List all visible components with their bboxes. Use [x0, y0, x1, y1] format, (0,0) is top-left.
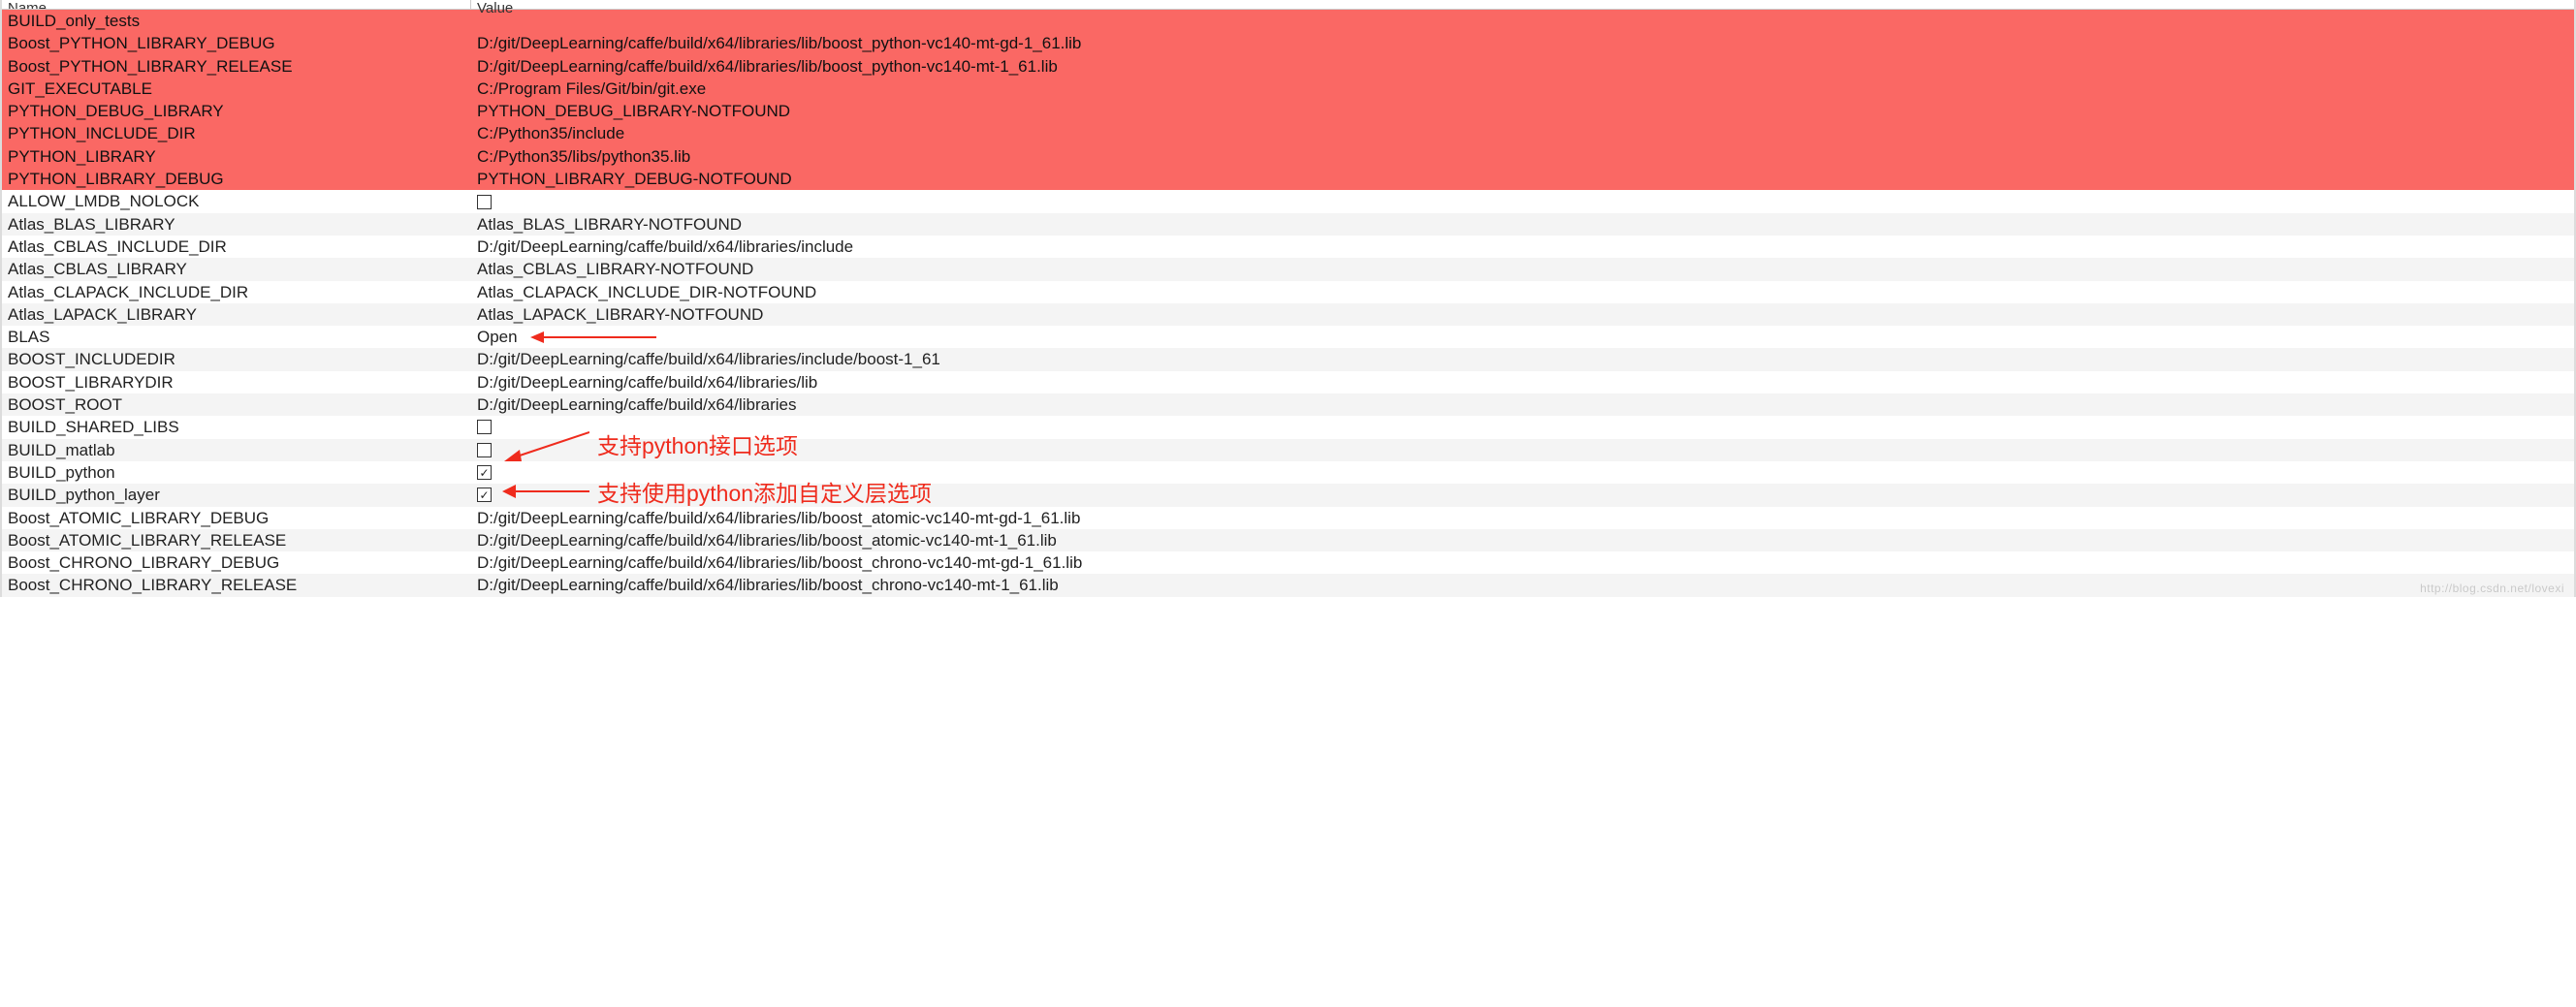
cell-value[interactable]	[471, 195, 2574, 209]
checkbox-icon[interactable]: ✓	[477, 465, 492, 480]
cell-value[interactable]: D:/git/DeepLearning/caffe/build/x64/libr…	[471, 236, 2574, 258]
table-row[interactable]: Atlas_CBLAS_LIBRARYAtlas_CBLAS_LIBRARY-N…	[2, 258, 2574, 280]
table-row[interactable]: PYTHON_LIBRARY_DEBUGPYTHON_LIBRARY_DEBUG…	[2, 168, 2574, 190]
table-row[interactable]: BUILD_matlab	[2, 439, 2574, 461]
cell-name[interactable]: Boost_CHRONO_LIBRARY_DEBUG	[2, 551, 471, 574]
cell-name[interactable]: BUILD_only_tests	[2, 10, 471, 32]
table-row[interactable]: PYTHON_INCLUDE_DIRC:/Python35/include	[2, 122, 2574, 144]
cell-name[interactable]: Atlas_CLAPACK_INCLUDE_DIR	[2, 281, 471, 303]
table-row[interactable]: Boost_CHRONO_LIBRARY_DEBUGD:/git/DeepLea…	[2, 551, 2574, 574]
cell-name[interactable]: Atlas_LAPACK_LIBRARY	[2, 303, 471, 326]
table-row[interactable]: BOOST_ROOTD:/git/DeepLearning/caffe/buil…	[2, 393, 2574, 416]
cell-name[interactable]: ALLOW_LMDB_NOLOCK	[2, 190, 471, 212]
cell-name[interactable]: Boost_PYTHON_LIBRARY_RELEASE	[2, 55, 471, 78]
table-row[interactable]: Atlas_LAPACK_LIBRARYAtlas_LAPACK_LIBRARY…	[2, 303, 2574, 326]
cell-value[interactable]: C:/Python35/libs/python35.lib	[471, 145, 2574, 168]
table-row[interactable]: Atlas_CLAPACK_INCLUDE_DIRAtlas_CLAPACK_I…	[2, 281, 2574, 303]
table-row[interactable]: ALLOW_LMDB_NOLOCK	[2, 190, 2574, 212]
cell-value[interactable]: D:/git/DeepLearning/caffe/build/x64/libr…	[471, 507, 2574, 529]
cell-name[interactable]: Boost_ATOMIC_LIBRARY_RELEASE	[2, 529, 471, 551]
header-value[interactable]: Value	[471, 0, 2574, 9]
table-row[interactable]: BUILD_python_layer ✓	[2, 484, 2574, 506]
cell-name[interactable]: BUILD_SHARED_LIBS	[2, 416, 471, 438]
cell-value[interactable]: ✓	[471, 465, 2574, 480]
cell-value[interactable]: C:/Python35/include	[471, 122, 2574, 144]
table-row[interactable]: BUILD_python ✓	[2, 461, 2574, 484]
table-row[interactable]: Boost_PYTHON_LIBRARY_RELEASED:/git/DeepL…	[2, 55, 2574, 78]
cell-value[interactable]: D:/git/DeepLearning/caffe/build/x64/libr…	[471, 348, 2574, 370]
cell-name[interactable]: PYTHON_LIBRARY	[2, 145, 471, 168]
watermark: http://blog.csdn.net/lovexi	[2420, 582, 2564, 595]
table-header: Name Value	[2, 0, 2574, 10]
checkbox-icon[interactable]: ✓	[477, 488, 492, 502]
table-row[interactable]: Boost_CHRONO_LIBRARY_RELEASED:/git/DeepL…	[2, 574, 2574, 596]
cell-name[interactable]: BOOST_INCLUDEDIR	[2, 348, 471, 370]
cell-value[interactable]: ✓	[471, 488, 2574, 502]
table-row[interactable]: BUILD_SHARED_LIBS	[2, 416, 2574, 438]
cell-value[interactable]: PYTHON_DEBUG_LIBRARY-NOTFOUND	[471, 100, 2574, 122]
cell-name[interactable]: PYTHON_INCLUDE_DIR	[2, 122, 471, 144]
table-row[interactable]: Boost_PYTHON_LIBRARY_DEBUGD:/git/DeepLea…	[2, 32, 2574, 54]
cell-name[interactable]: GIT_EXECUTABLE	[2, 78, 471, 100]
cell-value[interactable]: Atlas_BLAS_LIBRARY-NOTFOUND	[471, 213, 2574, 236]
table-row[interactable]: Boost_ATOMIC_LIBRARY_RELEASED:/git/DeepL…	[2, 529, 2574, 551]
cell-name[interactable]: PYTHON_DEBUG_LIBRARY	[2, 100, 471, 122]
table-row[interactable]: Atlas_CBLAS_INCLUDE_DIRD:/git/DeepLearni…	[2, 236, 2574, 258]
table-row[interactable]: BUILD_only_tests	[2, 10, 2574, 32]
cell-value[interactable]: Open	[471, 326, 2574, 348]
cell-value[interactable]: C:/Program Files/Git/bin/git.exe	[471, 78, 2574, 100]
cell-value[interactable]: PYTHON_LIBRARY_DEBUG-NOTFOUND	[471, 168, 2574, 190]
cell-value[interactable]: D:/git/DeepLearning/caffe/build/x64/libr…	[471, 529, 2574, 551]
checkbox-icon[interactable]	[477, 195, 492, 209]
cell-value[interactable]: D:/git/DeepLearning/caffe/build/x64/libr…	[471, 393, 2574, 416]
checkbox-icon[interactable]	[477, 420, 492, 434]
table-row[interactable]: PYTHON_LIBRARYC:/Python35/libs/python35.…	[2, 145, 2574, 168]
table-row[interactable]: BLASOpen	[2, 326, 2574, 348]
table-body: BUILD_only_testsBoost_PYTHON_LIBRARY_DEB…	[2, 10, 2574, 597]
cell-name[interactable]: Boost_PYTHON_LIBRARY_DEBUG	[2, 32, 471, 54]
table-row[interactable]: BOOST_LIBRARYDIRD:/git/DeepLearning/caff…	[2, 371, 2574, 393]
cell-value[interactable]: D:/git/DeepLearning/caffe/build/x64/libr…	[471, 551, 2574, 574]
cell-name[interactable]: Atlas_CBLAS_LIBRARY	[2, 258, 471, 280]
cell-name[interactable]: BLAS	[2, 326, 471, 348]
cell-value[interactable]	[471, 420, 2574, 434]
table-row[interactable]: BOOST_INCLUDEDIRD:/git/DeepLearning/caff…	[2, 348, 2574, 370]
cell-value[interactable]: D:/git/DeepLearning/caffe/build/x64/libr…	[471, 574, 2574, 596]
cell-value[interactable]: Atlas_CLAPACK_INCLUDE_DIR-NOTFOUND	[471, 281, 2574, 303]
header-name[interactable]: Name	[2, 0, 471, 9]
cmake-cache-panel: Name Value BUILD_only_testsBoost_PYTHON_…	[0, 0, 2576, 597]
cell-name[interactable]: BUILD_python_layer	[2, 484, 471, 506]
table-row[interactable]: Atlas_BLAS_LIBRARYAtlas_BLAS_LIBRARY-NOT…	[2, 213, 2574, 236]
cell-value[interactable]: D:/git/DeepLearning/caffe/build/x64/libr…	[471, 55, 2574, 78]
table-row[interactable]: Boost_ATOMIC_LIBRARY_DEBUGD:/git/DeepLea…	[2, 507, 2574, 529]
cell-value[interactable]: Atlas_LAPACK_LIBRARY-NOTFOUND	[471, 303, 2574, 326]
cell-name[interactable]: PYTHON_LIBRARY_DEBUG	[2, 168, 471, 190]
cell-name[interactable]: BOOST_ROOT	[2, 393, 471, 416]
cell-name[interactable]: Boost_CHRONO_LIBRARY_RELEASE	[2, 574, 471, 596]
cell-value[interactable]: D:/git/DeepLearning/caffe/build/x64/libr…	[471, 32, 2574, 54]
cell-value[interactable]	[471, 443, 2574, 457]
cell-name[interactable]: Boost_ATOMIC_LIBRARY_DEBUG	[2, 507, 471, 529]
table-row[interactable]: PYTHON_DEBUG_LIBRARYPYTHON_DEBUG_LIBRARY…	[2, 100, 2574, 122]
cell-name[interactable]: Atlas_BLAS_LIBRARY	[2, 213, 471, 236]
cell-name[interactable]: BOOST_LIBRARYDIR	[2, 371, 471, 393]
checkbox-icon[interactable]	[477, 443, 492, 457]
cell-value[interactable]: Atlas_CBLAS_LIBRARY-NOTFOUND	[471, 258, 2574, 280]
cell-name[interactable]: BUILD_python	[2, 461, 471, 484]
table-row[interactable]: GIT_EXECUTABLEC:/Program Files/Git/bin/g…	[2, 78, 2574, 100]
cell-name[interactable]: BUILD_matlab	[2, 439, 471, 461]
cell-name[interactable]: Atlas_CBLAS_INCLUDE_DIR	[2, 236, 471, 258]
cell-value[interactable]: D:/git/DeepLearning/caffe/build/x64/libr…	[471, 371, 2574, 393]
